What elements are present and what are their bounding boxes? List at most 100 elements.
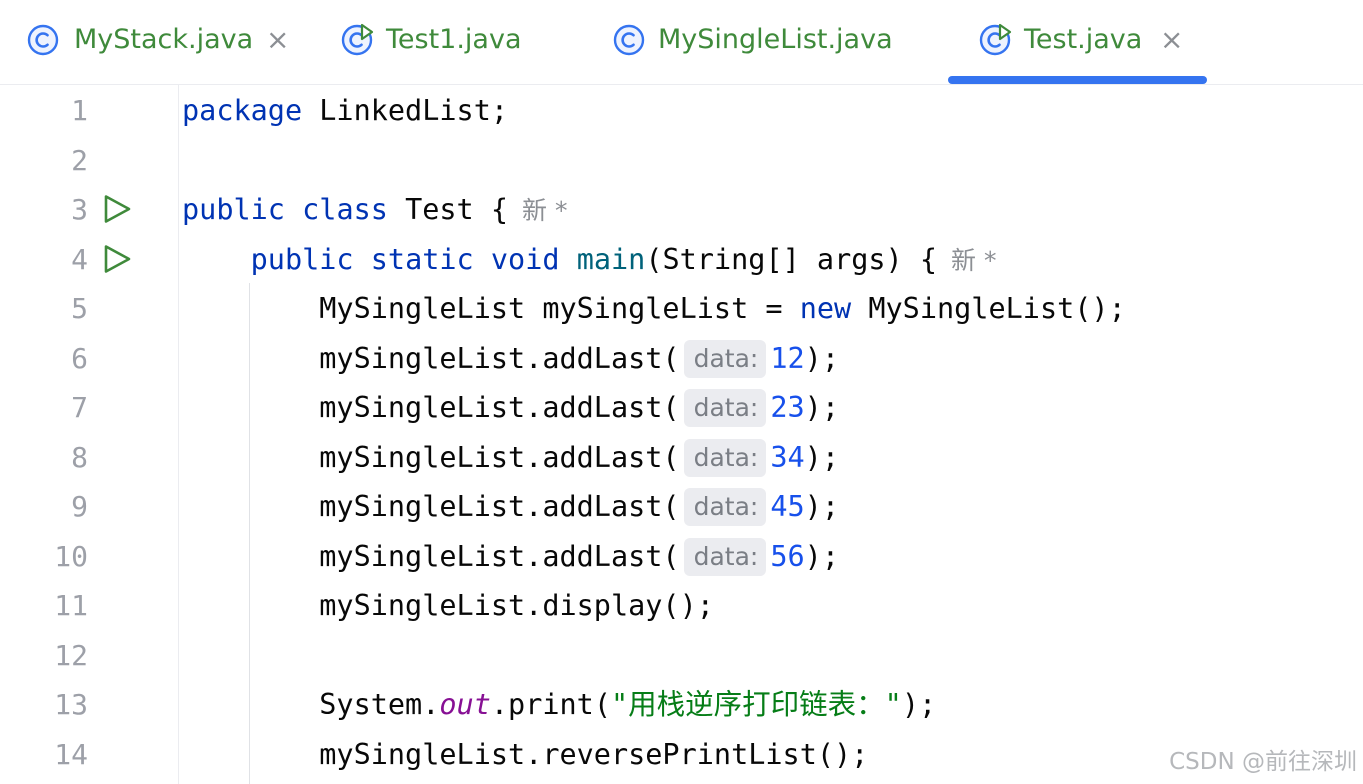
- code-line[interactable]: 6 mySingleList.addLast(data: 12);: [0, 334, 1363, 384]
- parameter-hint: data:: [683, 339, 767, 378]
- tab-label: Test.java: [1024, 24, 1143, 55]
- token-kw: public: [182, 193, 285, 226]
- close-icon[interactable]: ×: [1160, 22, 1183, 58]
- author-inlay-hint[interactable]: 新 *: [522, 196, 567, 225]
- token: mySingleList.addLast(: [182, 539, 680, 573]
- code-text[interactable]: System.out.print("用栈逆序打印链表：");: [182, 680, 936, 730]
- token-num: 12: [770, 341, 805, 375]
- line-number[interactable]: 11: [0, 581, 88, 631]
- line-number[interactable]: 5: [0, 284, 88, 334]
- code-line[interactable]: 4 public static void main(String[] args)…: [0, 235, 1363, 285]
- token-kw: static: [370, 242, 474, 276]
- token: );: [804, 490, 839, 523]
- code-text[interactable]: mySingleList.addLast(data: 45);: [182, 482, 839, 532]
- token-kw: class: [302, 193, 388, 226]
- code-line[interactable]: 11 mySingleList.display();: [0, 581, 1363, 631]
- tab-label: Test1.java: [386, 24, 522, 55]
- parameter-hint: data:: [683, 438, 767, 477]
- code-line[interactable]: 8 mySingleList.addLast(data: 34);: [0, 433, 1363, 483]
- line-number[interactable]: 4: [0, 235, 88, 285]
- active-tab-indicator: [948, 76, 1207, 84]
- runnable-class-icon: [341, 23, 374, 56]
- code-text[interactable]: mySingleList.addLast(data: 12);: [182, 334, 839, 384]
- tab-mystack-java[interactable]: MyStack.java ×: [26, 0, 306, 84]
- token: );: [804, 391, 839, 424]
- code-text[interactable]: public static void main(String[] args) {…: [182, 235, 997, 286]
- run-icon[interactable]: [102, 244, 132, 274]
- code-line[interactable]: 13 System.out.print("用栈逆序打印链表：");: [0, 680, 1363, 730]
- token-kw: package: [182, 94, 303, 127]
- token: MySingleList();: [851, 292, 1126, 325]
- code-text[interactable]: mySingleList.reversePrintList();: [182, 730, 868, 780]
- token: mySingleList.addLast(: [182, 341, 680, 375]
- line-number[interactable]: 2: [0, 136, 88, 186]
- code-text[interactable]: mySingleList.addLast(data: 34);: [182, 433, 839, 483]
- code-line[interactable]: 14 mySingleList.reversePrintList();: [0, 730, 1363, 780]
- token-num: 56: [770, 539, 805, 573]
- code-text[interactable]: public class Test { 新 *: [182, 185, 567, 236]
- line-number[interactable]: 8: [0, 433, 88, 483]
- token-num: 23: [770, 391, 805, 424]
- code-line[interactable]: 10 mySingleList.addLast(data: 56);: [0, 532, 1363, 582]
- tab-test-java[interactable]: Test.java ×: [978, 0, 1198, 84]
- token: .print(: [490, 688, 611, 721]
- line-number[interactable]: 13: [0, 680, 88, 730]
- line-number[interactable]: 7: [0, 383, 88, 433]
- code-text[interactable]: mySingleList.addLast(data: 56);: [182, 532, 839, 582]
- line-number[interactable]: 6: [0, 334, 88, 384]
- code-text[interactable]: MySingleList mySingleList = new MySingle…: [182, 284, 1126, 334]
- token: mySingleList.addLast(: [182, 490, 680, 523]
- code-line[interactable]: 2: [0, 136, 1363, 186]
- token-kw: void: [490, 242, 560, 276]
- token: );: [804, 440, 839, 474]
- token: );: [901, 688, 937, 721]
- line-number[interactable]: 14: [0, 730, 88, 780]
- line-number[interactable]: 9: [0, 482, 88, 532]
- code-line[interactable]: 7 mySingleList.addLast(data: 23);: [0, 383, 1363, 433]
- token-num: 34: [770, 440, 805, 474]
- code-text[interactable]: package LinkedList;: [182, 86, 508, 136]
- tab-label: MySingleList.java: [658, 24, 893, 55]
- code-text[interactable]: mySingleList.addLast(data: 23);: [182, 383, 839, 433]
- token: mySingleList.display();: [182, 589, 714, 622]
- line-number[interactable]: 10: [0, 532, 88, 582]
- tab-mysinglelist-java[interactable]: MySingleList.java: [612, 0, 912, 84]
- close-icon[interactable]: ×: [266, 22, 289, 58]
- code-line[interactable]: 9 mySingleList.addLast(data: 45);: [0, 482, 1363, 532]
- line-number[interactable]: 3: [0, 185, 88, 235]
- parameter-hint: data:: [683, 537, 767, 576]
- token: );: [804, 539, 839, 573]
- code-editor[interactable]: 1 package LinkedList; 2 3 public class Test …: [0, 85, 1363, 784]
- code-text[interactable]: mySingleList.display();: [182, 581, 714, 631]
- line-number[interactable]: 12: [0, 631, 88, 681]
- token-kw: new: [799, 292, 852, 325]
- watermark: CSDN @前往深圳: [1169, 749, 1357, 775]
- author-inlay-hint[interactable]: 新 *: [951, 246, 996, 275]
- run-icon[interactable]: [102, 194, 132, 224]
- editor-tab-bar: MyStack.java × Test1.java MySingleList.j…: [0, 0, 1363, 85]
- code-line[interactable]: 12: [0, 631, 1363, 681]
- tab-label: MyStack.java: [74, 24, 254, 55]
- token: Test {: [387, 193, 509, 226]
- token-field: out: [439, 688, 491, 721]
- token-kw: public: [250, 242, 354, 276]
- runnable-class-icon: [979, 23, 1012, 56]
- token: );: [804, 341, 839, 375]
- parameter-hint: data:: [683, 488, 767, 526]
- parameter-hint: data:: [683, 389, 767, 427]
- code-line[interactable]: 1 package LinkedList;: [0, 86, 1363, 136]
- code-line[interactable]: 3 public class Test { 新 *: [0, 185, 1363, 235]
- token-num: 45: [770, 490, 805, 523]
- code-line[interactable]: 5 MySingleList mySingleList = new MySing…: [0, 284, 1363, 334]
- token: (String[] args) {: [645, 242, 938, 276]
- tab-test1-java[interactable]: Test1.java: [340, 0, 540, 84]
- token: LinkedList;: [302, 94, 509, 127]
- class-icon: [613, 24, 645, 56]
- token: mySingleList.addLast(: [182, 391, 680, 424]
- line-number[interactable]: 1: [0, 86, 88, 136]
